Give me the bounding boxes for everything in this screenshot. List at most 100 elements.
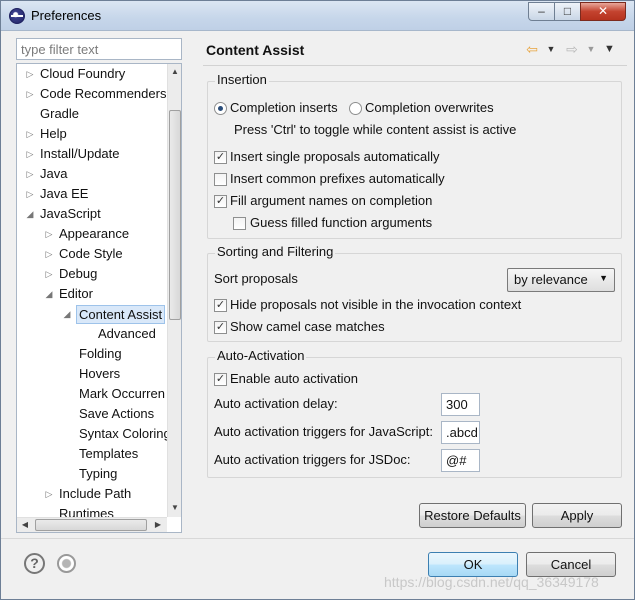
expand-arrow-icon[interactable]: ▷ — [25, 144, 35, 164]
tree-item-label: Cloud Foundry — [40, 66, 126, 81]
expand-arrow-icon[interactable]: ▷ — [25, 164, 35, 184]
title-bar[interactable]: Preferences ‒ □ ✕ — [1, 1, 634, 31]
scroll-right-icon[interactable]: ▶ — [151, 518, 165, 532]
tree-item-label: Hovers — [79, 366, 121, 381]
option-label: Guess filled function arguments — [250, 215, 433, 230]
expand-arrow-icon[interactable]: ▷ — [25, 84, 35, 104]
jsdoc-triggers-field[interactable]: @# — [441, 449, 480, 472]
expand-arrow-icon[interactable]: ▷ — [44, 224, 54, 244]
apply-button[interactable]: Apply — [532, 503, 622, 528]
fill-argument-names-checkbox[interactable]: ✓ — [214, 195, 227, 208]
tree-item-content-assist[interactable]: ◢ Content Assist — [62, 304, 166, 324]
scroll-up-icon[interactable]: ▲ — [168, 65, 181, 79]
tree-item-label: Typing — [79, 466, 118, 481]
tree-item-label: Install/Update — [40, 146, 120, 161]
import-export-icon[interactable] — [57, 554, 76, 573]
tree-item-label: JavaScript — [40, 206, 101, 221]
minimize-button[interactable]: ‒ — [528, 2, 555, 21]
watermark-text: https://blog.csdn.net/qq_36349178 — [384, 574, 599, 590]
expand-arrow-icon[interactable]: ▷ — [44, 264, 54, 284]
tree-item-label: Runtimes — [59, 506, 114, 517]
preferences-window: Preferences ‒ □ ✕ ▷ Cloud Foundry ▷ Code… — [0, 0, 635, 600]
hide-proposals-checkbox[interactable]: ✓ — [214, 299, 227, 312]
tree-vertical-scrollbar[interactable]: ▲ ▼ — [167, 64, 181, 517]
enable-auto-activation-checkbox[interactable]: ✓ — [214, 373, 227, 386]
option-label: Completion inserts — [230, 100, 338, 115]
option-label: Insert single proposals automatically — [230, 149, 440, 164]
tree-item-label: Advanced — [98, 326, 156, 341]
insert-single-proposals-checkbox[interactable]: ✓ — [214, 151, 227, 164]
completion-overwrites-radio[interactable] — [349, 102, 362, 115]
scroll-left-icon[interactable]: ◀ — [18, 518, 32, 532]
javascript-triggers-label: Auto activation triggers for JavaScript: — [214, 424, 433, 439]
scrollbar-thumb[interactable] — [35, 519, 147, 531]
back-arrow-icon[interactable]: ⇦ — [523, 39, 541, 59]
completion-inserts-radio[interactable] — [214, 102, 227, 115]
select-value: by relevance — [514, 272, 588, 287]
expand-arrow-icon[interactable]: ▷ — [25, 184, 35, 204]
jsdoc-triggers-label: Auto activation triggers for JSDoc: — [214, 452, 411, 467]
forward-history-dropdown-icon[interactable]: ▼ — [586, 39, 596, 59]
close-button[interactable]: ✕ — [580, 2, 626, 21]
tree-item-label: Content Assist — [76, 305, 166, 324]
tree-item-label: Code Style — [59, 246, 123, 261]
group-title: Insertion — [215, 72, 269, 87]
group-title: Sorting and Filtering — [215, 244, 336, 259]
tree-item-label: Help — [40, 126, 67, 141]
tree-item-label: Include Path — [59, 486, 132, 501]
option-label: Completion overwrites — [365, 100, 494, 115]
tree-item-label: Java — [40, 166, 68, 181]
collapse-arrow-icon[interactable]: ◢ — [25, 204, 35, 224]
restore-defaults-button[interactable]: Restore Defaults — [419, 503, 526, 528]
scrollbar-thumb[interactable] — [169, 110, 181, 320]
guess-function-arguments-checkbox[interactable] — [233, 217, 246, 230]
expand-arrow-icon[interactable]: ▷ — [25, 64, 35, 84]
activation-delay-label: Auto activation delay: — [214, 396, 338, 411]
tree-item-label: Java EE — [40, 186, 89, 201]
maximize-button[interactable]: □ — [554, 2, 581, 21]
option-label: Fill argument names on completion — [230, 193, 433, 208]
expand-arrow-icon[interactable]: ▷ — [25, 124, 35, 144]
option-label: Insert common prefixes automatically — [230, 171, 445, 186]
sort-proposals-label: Sort proposals — [214, 271, 298, 286]
activation-delay-field[interactable]: 300 — [441, 393, 480, 416]
eclipse-app-icon — [9, 8, 25, 24]
sort-proposals-select[interactable]: by relevance ▼ — [507, 268, 615, 292]
javascript-triggers-field[interactable]: .abcd — [441, 421, 480, 444]
tree-item-label: Debug — [59, 266, 98, 281]
tree-list: ▷ Cloud Foundry ▷ Code Recommenders Grad… — [17, 64, 167, 517]
tree-item-label: Code Recommenders — [40, 86, 167, 101]
filter-input[interactable] — [16, 38, 182, 60]
option-label: Show camel case matches — [230, 319, 385, 334]
chevron-down-icon: ▼ — [599, 273, 608, 283]
expand-arrow-icon[interactable]: ▷ — [44, 244, 54, 264]
collapse-arrow-icon[interactable]: ◢ — [62, 304, 72, 324]
tree-item-label: Save Actions — [79, 406, 155, 421]
tree-item-label: Appearance — [59, 226, 130, 241]
preference-tree[interactable]: ▷ Cloud Foundry ▷ Code Recommenders Grad… — [16, 63, 182, 533]
tree-item-label: Templates — [79, 446, 139, 461]
footer-separator — [1, 538, 634, 539]
expand-arrow-icon[interactable]: ▷ — [44, 484, 54, 504]
tree-item-label: Syntax Coloring — [79, 426, 167, 441]
help-icon[interactable]: ? — [24, 553, 45, 574]
tree-item-label: Gradle — [40, 106, 80, 121]
window-title: Preferences — [31, 8, 102, 23]
scroll-down-icon[interactable]: ▼ — [168, 501, 181, 515]
view-menu-icon[interactable]: ▼ — [604, 39, 615, 59]
forward-arrow-icon[interactable]: ⇨ — [563, 39, 581, 59]
page-title: Content Assist — [206, 42, 305, 58]
tree-item-label: Editor — [59, 286, 93, 301]
toggle-hint-text: Press 'Ctrl' to toggle while content ass… — [234, 122, 517, 137]
header-separator — [203, 65, 627, 66]
tree-item-label: Mark Occurren — [79, 386, 165, 401]
back-history-dropdown-icon[interactable]: ▼ — [546, 39, 556, 59]
tree-horizontal-scrollbar[interactable]: ◀ ▶ — [17, 517, 167, 532]
tree-item-label: Folding — [79, 346, 122, 361]
option-label: Enable auto activation — [230, 371, 358, 386]
group-title: Auto-Activation — [215, 348, 307, 363]
option-label: Hide proposals not visible in the invoca… — [230, 297, 522, 312]
camel-case-checkbox[interactable]: ✓ — [214, 321, 227, 334]
insert-common-prefixes-checkbox[interactable] — [214, 173, 227, 186]
collapse-arrow-icon[interactable]: ◢ — [44, 284, 54, 304]
